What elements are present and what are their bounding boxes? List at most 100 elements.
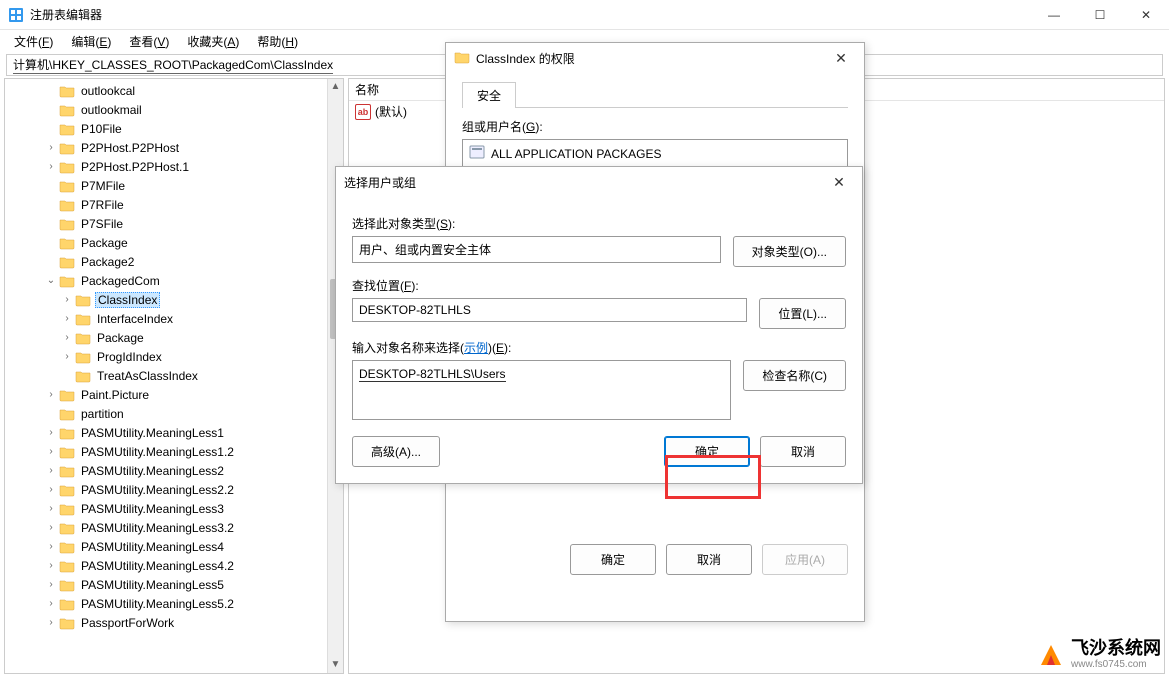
tree-item[interactable]: outlookmail: [5, 100, 343, 119]
object-type-field: 用户、组或内置安全主体: [352, 236, 721, 263]
folder-icon: [454, 50, 470, 67]
expand-icon[interactable]: ›: [61, 351, 73, 362]
folder-icon: [59, 597, 75, 611]
tree-item-label: Paint.Picture: [79, 388, 151, 402]
expand-icon[interactable]: ›: [45, 427, 57, 438]
expand-icon[interactable]: ›: [45, 389, 57, 400]
tree-item[interactable]: P7MFile: [5, 176, 343, 195]
folder-icon: [59, 540, 75, 554]
select-dialog-title: 选择用户或组: [344, 174, 824, 191]
menu-favorites[interactable]: 收藏夹(A): [179, 31, 247, 52]
tree-item[interactable]: Package: [5, 233, 343, 252]
tree-panel[interactable]: outlookcaloutlookmailP10File›P2PHost.P2P…: [4, 78, 344, 674]
expand-icon[interactable]: ›: [45, 598, 57, 609]
permissions-ok-button[interactable]: 确定: [570, 544, 656, 575]
tree-item-label: P2PHost.P2PHost.1: [79, 160, 191, 174]
folder-icon: [59, 141, 75, 155]
folder-icon: [75, 312, 91, 326]
expand-icon[interactable]: ⌄: [45, 275, 57, 286]
folder-icon: [59, 274, 75, 288]
tree-item[interactable]: › Paint.Picture: [5, 385, 343, 404]
folder-icon: [59, 521, 75, 535]
tree-item[interactable]: › ClassIndex: [5, 290, 343, 309]
tree-item[interactable]: ›PASMUtility.MeaningLess1: [5, 423, 343, 442]
tab-security[interactable]: 安全: [462, 82, 516, 108]
tree-item[interactable]: ›PASMUtility.MeaningLess3.2: [5, 518, 343, 537]
tree-item-label: outlookcal: [79, 84, 137, 98]
expand-icon[interactable]: ›: [61, 332, 73, 343]
expand-icon[interactable]: ›: [45, 161, 57, 172]
tree-item[interactable]: ›PASMUtility.MeaningLess5.2: [5, 594, 343, 613]
expand-icon[interactable]: ›: [45, 446, 57, 457]
tree-item[interactable]: ›PASMUtility.MeaningLess5: [5, 575, 343, 594]
menu-view[interactable]: 查看(V): [121, 31, 177, 52]
permissions-close-button[interactable]: ✕: [826, 50, 856, 67]
expand-icon[interactable]: ›: [45, 484, 57, 495]
close-button[interactable]: ✕: [1123, 0, 1169, 30]
tree-item-label: PASMUtility.MeaningLess2.2: [79, 483, 236, 497]
tree-item-label: ClassIndex: [95, 292, 160, 308]
tree-item[interactable]: TreatAsClassIndex: [5, 366, 343, 385]
tree-item[interactable]: ›PASMUtility.MeaningLess4: [5, 537, 343, 556]
tree-item[interactable]: P7RFile: [5, 195, 343, 214]
tree-item[interactable]: ›PASMUtility.MeaningLess4.2: [5, 556, 343, 575]
scroll-down-icon[interactable]: ▼: [328, 657, 343, 673]
tree-item[interactable]: ›P2PHost.P2PHost: [5, 138, 343, 157]
advanced-button[interactable]: 高级(A)...: [352, 436, 440, 467]
expand-icon[interactable]: ›: [61, 294, 73, 305]
select-user-dialog: 选择用户或组 ✕ 选择此对象类型(S): 用户、组或内置安全主体 对象类型(O)…: [335, 166, 863, 484]
tree-item[interactable]: outlookcal: [5, 81, 343, 100]
folder-icon: [59, 483, 75, 497]
expand-icon[interactable]: ›: [45, 541, 57, 552]
tree-item[interactable]: P7SFile: [5, 214, 343, 233]
expand-icon[interactable]: ›: [45, 503, 57, 514]
tree-item-label: PackagedCom: [79, 274, 162, 288]
object-names-input[interactable]: DESKTOP-82TLHLS\Users: [352, 360, 731, 420]
menu-file[interactable]: 文件(F): [6, 31, 61, 52]
names-label: 输入对象名称来选择(示例)(E):: [352, 339, 846, 356]
tree-item[interactable]: ›PASMUtility.MeaningLess2: [5, 461, 343, 480]
tree-item[interactable]: ›InterfaceIndex: [5, 309, 343, 328]
tree-item[interactable]: ⌄ PackagedCom: [5, 271, 343, 290]
tree-item[interactable]: ›ProgIdIndex: [5, 347, 343, 366]
permissions-cancel-button[interactable]: 取消: [666, 544, 752, 575]
minimize-button[interactable]: —: [1031, 0, 1077, 30]
tree-item[interactable]: › PASMUtility.MeaningLess2.2: [5, 480, 343, 499]
folder-icon: [59, 217, 75, 231]
tree-item-label: P7MFile: [79, 179, 127, 193]
tree-item[interactable]: partition: [5, 404, 343, 423]
expand-icon[interactable]: ›: [45, 465, 57, 476]
menu-edit[interactable]: 编辑(E): [63, 31, 119, 52]
select-close-button[interactable]: ✕: [824, 174, 854, 191]
expand-icon[interactable]: ›: [45, 142, 57, 153]
examples-link[interactable]: 示例: [464, 341, 488, 355]
object-types-button[interactable]: 对象类型(O)...: [733, 236, 846, 267]
app-icon: [8, 7, 24, 23]
group-item-all-packages[interactable]: ALL APPLICATION PACKAGES: [491, 147, 662, 161]
expand-icon[interactable]: ›: [45, 560, 57, 571]
folder-icon: [59, 122, 75, 136]
tree-item[interactable]: ›PASMUtility.MeaningLess3: [5, 499, 343, 518]
scroll-up-icon[interactable]: ▲: [328, 79, 343, 95]
tree-item[interactable]: ›Package: [5, 328, 343, 347]
expand-icon[interactable]: ›: [61, 313, 73, 324]
tree-item[interactable]: Package2: [5, 252, 343, 271]
locations-button[interactable]: 位置(L)...: [759, 298, 846, 329]
tree-item[interactable]: › P2PHost.P2PHost.1: [5, 157, 343, 176]
tree-item[interactable]: ›PassportForWork: [5, 613, 343, 632]
folder-icon: [59, 445, 75, 459]
expand-icon[interactable]: ›: [45, 617, 57, 628]
permissions-apply-button[interactable]: 应用(A): [762, 544, 848, 575]
folder-icon: [59, 464, 75, 478]
check-names-button[interactable]: 检查名称(C): [743, 360, 846, 391]
select-cancel-button[interactable]: 取消: [760, 436, 846, 467]
select-ok-button[interactable]: 确定: [664, 436, 750, 467]
expand-icon[interactable]: ›: [45, 579, 57, 590]
maximize-button[interactable]: ☐: [1077, 0, 1123, 30]
expand-icon[interactable]: ›: [45, 522, 57, 533]
tree-item-label: Package2: [79, 255, 136, 269]
groups-listbox[interactable]: ALL APPLICATION PACKAGES: [462, 139, 848, 168]
tree-item[interactable]: ›PASMUtility.MeaningLess1.2: [5, 442, 343, 461]
menu-help[interactable]: 帮助(H): [249, 31, 306, 52]
tree-item[interactable]: P10File: [5, 119, 343, 138]
